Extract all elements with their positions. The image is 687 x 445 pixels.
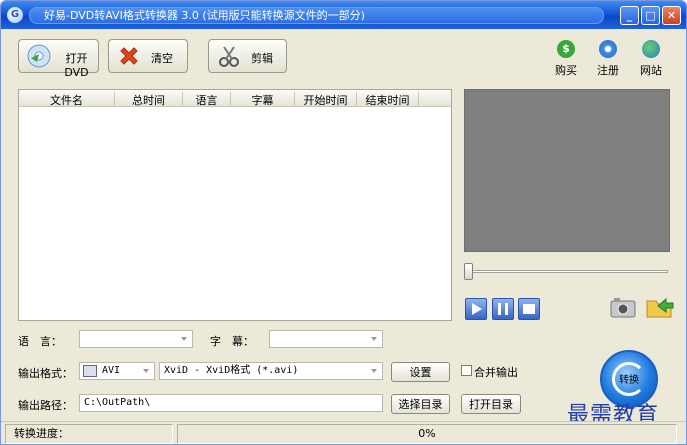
register-icon	[599, 40, 617, 58]
title-bar[interactable]: G 好易-DVD转AVI格式转换器 3.0 (试用版只能转换源文件的一部分) _…	[1, 1, 686, 29]
column-header[interactable]: 文件名	[19, 92, 115, 107]
maximize-button[interactable]: □	[641, 6, 660, 25]
language-dropdown[interactable]	[79, 330, 193, 348]
folder-arrow-icon	[646, 297, 674, 318]
output-format-dropdown[interactable]: AVI	[79, 362, 155, 380]
merge-output-checkbox[interactable]	[461, 365, 472, 376]
progress-value: 0%	[177, 424, 677, 444]
clear-label: 清空	[151, 52, 173, 65]
status-bar: 转换进度： 0%	[1, 421, 686, 444]
subtitle-label: 字 幕：	[210, 335, 254, 348]
column-header[interactable]: 总时间	[115, 92, 183, 107]
open-dir-button[interactable]: 打开目录	[461, 394, 521, 414]
subtitle-dropdown[interactable]	[269, 330, 383, 348]
scissors-icon	[217, 44, 241, 68]
register-label: 注册	[597, 64, 619, 77]
file-list-header: 文件名 总时间 语言 字幕 开始时间 结束时间	[19, 90, 451, 107]
column-header[interactable]: 开始时间	[295, 92, 357, 107]
cut-label: 剪辑	[251, 52, 273, 65]
main-window: G 好易-DVD转AVI格式转换器 3.0 (试用版只能转换源文件的一部分) _…	[0, 0, 687, 445]
app-icon[interactable]: G	[7, 7, 23, 23]
globe-icon	[642, 40, 660, 58]
column-header[interactable]: 结束时间	[357, 92, 419, 107]
stop-icon	[523, 304, 535, 314]
seek-slider-thumb[interactable]	[464, 263, 473, 280]
close-button[interactable]: ✕	[662, 6, 681, 25]
register-link[interactable]: 注册	[588, 40, 628, 78]
column-header[interactable]: 字幕	[231, 92, 295, 107]
dvd-disc-icon	[27, 44, 51, 68]
open-dvd-label: 打开DVD	[64, 52, 89, 79]
buy-link[interactable]: $ 购买	[546, 40, 586, 78]
snapshot-button[interactable]	[610, 296, 636, 318]
merge-output-label: 合并输出	[474, 366, 518, 379]
output-format-value: AVI	[102, 365, 121, 376]
language-label: 语 言：	[18, 335, 62, 348]
clear-button[interactable]: 清空	[108, 39, 188, 73]
output-path-label: 输出路径：	[18, 399, 73, 412]
pause-button[interactable]	[492, 298, 514, 320]
stop-button[interactable]	[518, 298, 540, 320]
output-format-label: 输出格式：	[18, 367, 73, 380]
column-header[interactable]: 语言	[183, 92, 231, 107]
red-x-icon	[117, 44, 141, 68]
file-list[interactable]: 文件名 总时间 语言 字幕 开始时间 结束时间	[18, 89, 452, 321]
progress-label: 转换进度：	[5, 424, 173, 444]
choose-dir-button[interactable]: 选择目录	[391, 394, 450, 414]
play-button[interactable]	[465, 298, 487, 320]
cut-button[interactable]: 剪辑	[208, 39, 287, 73]
settings-button[interactable]: 设置	[391, 362, 450, 382]
seek-slider-track[interactable]	[466, 270, 668, 273]
website-link[interactable]: 网站	[631, 40, 671, 78]
camera-icon	[610, 298, 636, 318]
window-title: 好易-DVD转AVI格式转换器 3.0 (试用版只能转换源文件的一部分)	[29, 7, 604, 24]
dollar-icon: $	[557, 40, 575, 58]
output-path-input[interactable]: C:\OutPath\	[79, 394, 383, 412]
minimize-button[interactable]: _	[620, 6, 639, 25]
buy-label: 购买	[555, 64, 577, 77]
codec-dropdown[interactable]: XviD - XviD格式 (*.avi)	[159, 362, 383, 380]
open-dvd-button[interactable]: 打开DVD	[18, 39, 99, 79]
play-icon	[472, 303, 482, 315]
video-file-icon	[83, 365, 97, 377]
pause-icon	[498, 303, 508, 315]
website-label: 网站	[640, 64, 662, 77]
video-preview	[464, 89, 670, 252]
convert-label: 转换	[619, 375, 639, 386]
open-folder-button[interactable]	[646, 294, 674, 318]
